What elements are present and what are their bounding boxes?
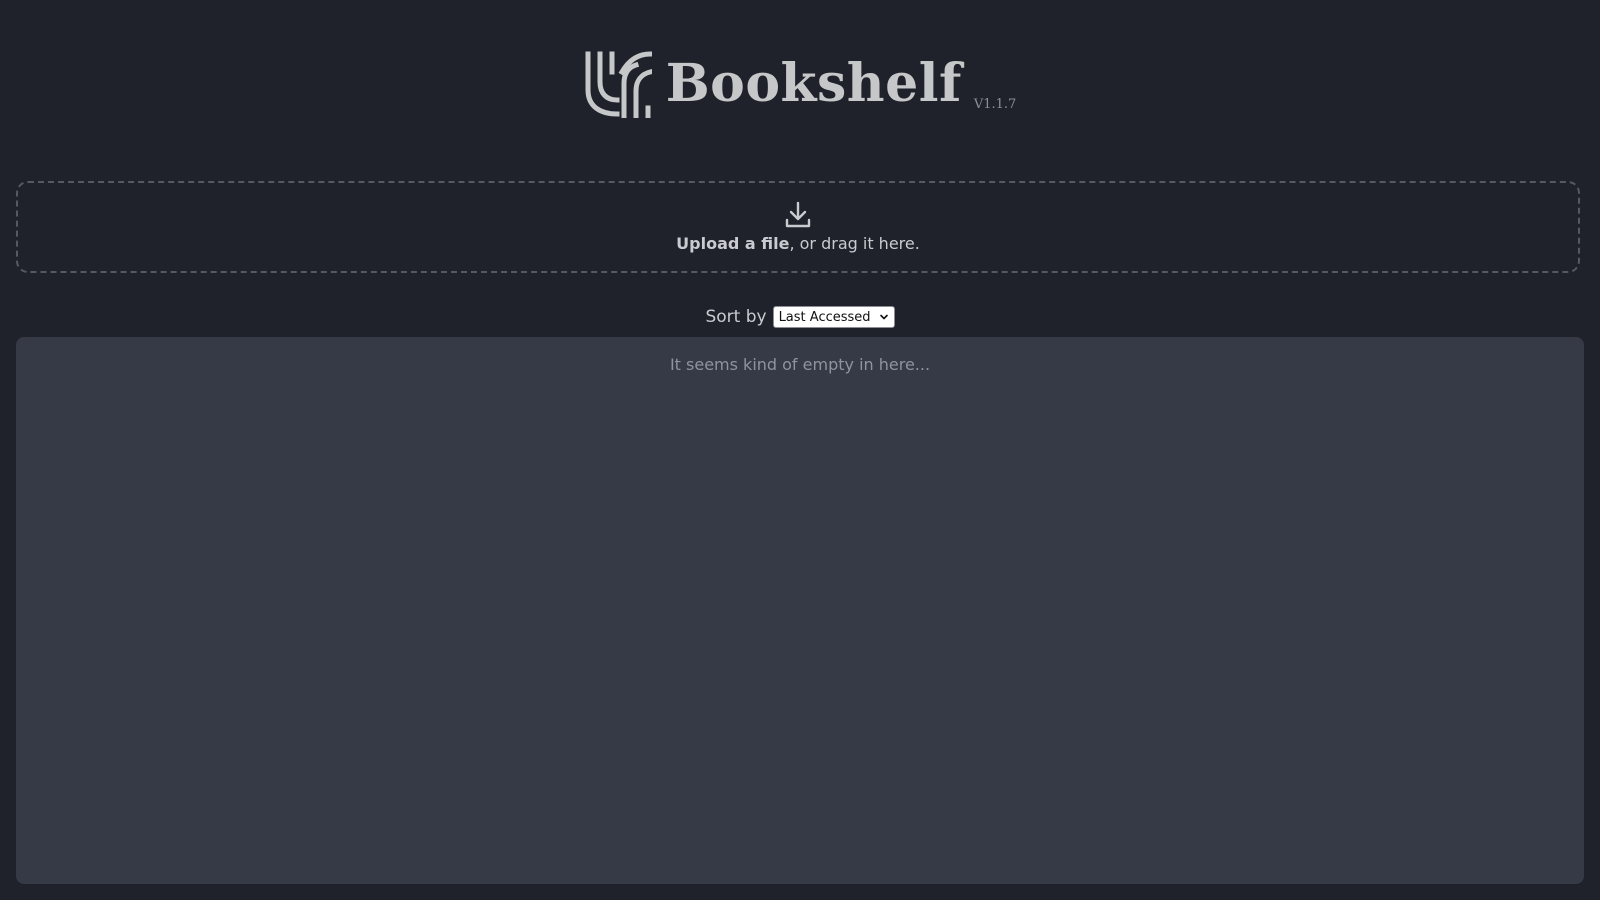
version-label: V1.1.7: [973, 97, 1017, 112]
app-header: Bookshelf V1.1.7: [0, 50, 1600, 118]
download-tray-icon: [785, 201, 811, 228]
chevron-down-icon: [879, 314, 888, 320]
sort-label: Sort by: [705, 307, 767, 327]
drag-instruction: , or drag it here.: [789, 234, 920, 253]
sort-controls: Sort by Last Accessed: [0, 306, 1600, 328]
bookshelf-logo-icon: [585, 51, 652, 118]
bookshelf-page: Bookshelf V1.1.7 Upload a file, or drag …: [0, 0, 1600, 900]
sort-select[interactable]: Last Accessed: [772, 306, 895, 328]
upload-file-link[interactable]: Upload a file: [676, 234, 789, 253]
empty-library-message: It seems kind of empty in here...: [669, 355, 931, 374]
sort-selected-value: Last Accessed: [778, 309, 871, 325]
library-panel: It seems kind of empty in here...: [16, 337, 1584, 884]
app-title: Bookshelf: [665, 53, 962, 114]
file-dropzone[interactable]: Upload a file, or drag it here.: [16, 181, 1580, 273]
logo-group: Bookshelf: [584, 50, 974, 118]
dropzone-text: Upload a file, or drag it here.: [676, 234, 920, 254]
